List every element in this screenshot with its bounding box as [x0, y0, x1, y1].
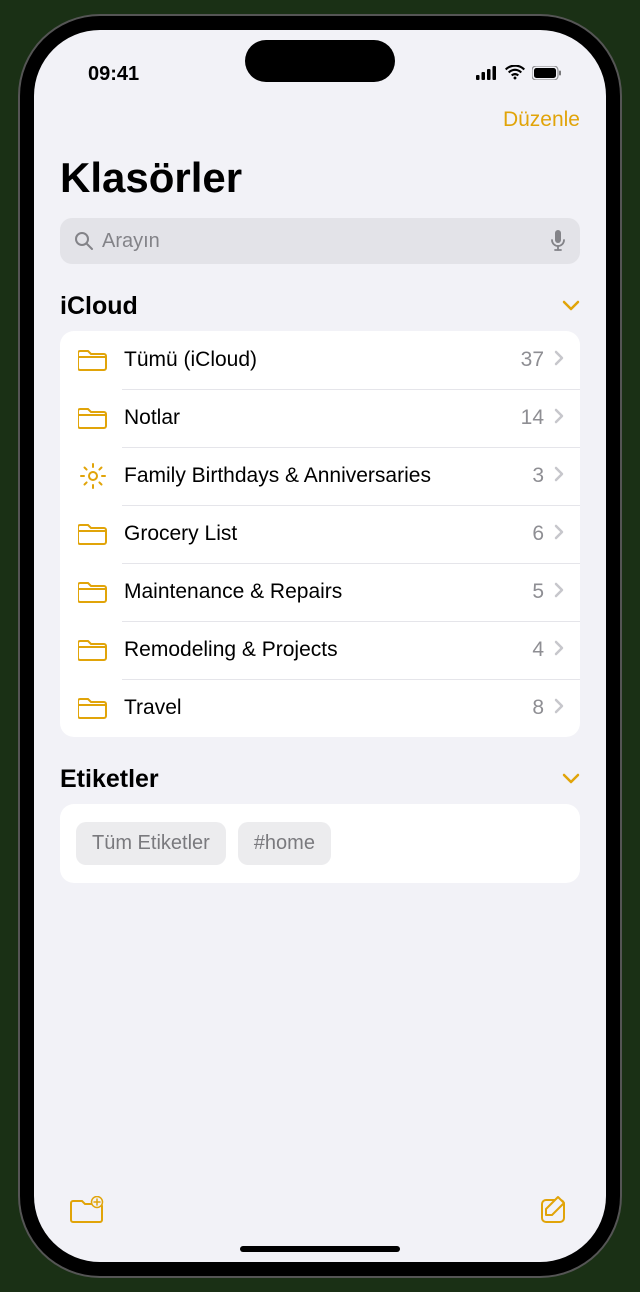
screen: 09:41 Düzenle Klasörler: [34, 30, 606, 1262]
folder-icon: [78, 635, 108, 665]
mic-icon[interactable]: [550, 230, 566, 252]
search-icon: [74, 231, 94, 251]
chevron-right-icon: [554, 466, 564, 487]
folder-count: 37: [521, 348, 544, 372]
folder-icon: [78, 345, 108, 375]
folder-icon: [78, 577, 108, 607]
chevron-right-icon: [554, 350, 564, 371]
section-title-tags: Etiketler: [60, 765, 159, 794]
folder-name: Notlar: [124, 406, 521, 430]
folder-row[interactable]: Notlar14: [60, 389, 580, 447]
gear-icon: [78, 461, 108, 491]
tags-container: Tüm Etiketler #home: [60, 804, 580, 883]
status-time: 09:41: [88, 63, 139, 86]
folder-icon: [78, 693, 108, 723]
folder-row[interactable]: Tümü (iCloud)37: [60, 331, 580, 389]
wifi-icon: [505, 63, 525, 86]
folder-count: 8: [532, 696, 544, 720]
tag-chip[interactable]: Tüm Etiketler: [76, 822, 226, 865]
folder-list-icloud: Tümü (iCloud)37Notlar14Family Birthdays …: [60, 331, 580, 737]
new-folder-button[interactable]: [70, 1196, 104, 1229]
folder-name: Tümü (iCloud): [124, 348, 521, 372]
phone-frame: 09:41 Düzenle Klasörler: [20, 16, 620, 1276]
folder-icon: [78, 403, 108, 433]
content-area: Düzenle Klasörler iCloud Tümü (iCloud)37…: [34, 92, 606, 1262]
chevron-right-icon: [554, 408, 564, 429]
cellular-icon: [476, 63, 498, 86]
chevron-down-icon: [562, 771, 580, 789]
status-icons: [476, 63, 562, 86]
folder-count: 14: [521, 406, 544, 430]
nav-bar: Düzenle: [34, 92, 606, 144]
section-header-icloud[interactable]: iCloud: [34, 286, 606, 331]
section-header-tags[interactable]: Etiketler: [34, 759, 606, 804]
folder-name: Remodeling & Projects: [124, 638, 532, 662]
section-title-icloud: iCloud: [60, 292, 138, 321]
folder-name: Grocery List: [124, 522, 532, 546]
folder-count: 4: [532, 638, 544, 662]
home-indicator[interactable]: [240, 1246, 400, 1252]
folder-name: Travel: [124, 696, 532, 720]
battery-icon: [532, 63, 562, 86]
folder-count: 5: [532, 580, 544, 604]
folder-name: Family Birthdays & Anniversaries: [124, 464, 532, 488]
tag-chip[interactable]: #home: [238, 822, 331, 865]
folder-name: Maintenance & Repairs: [124, 580, 532, 604]
chevron-right-icon: [554, 640, 564, 661]
search-bar[interactable]: [60, 218, 580, 264]
search-input[interactable]: [102, 230, 550, 253]
chevron-right-icon: [554, 582, 564, 603]
folder-row[interactable]: Grocery List6: [60, 505, 580, 563]
compose-button[interactable]: [540, 1195, 570, 1230]
folder-count: 6: [532, 522, 544, 546]
folder-count: 3: [532, 464, 544, 488]
chevron-right-icon: [554, 524, 564, 545]
folder-row[interactable]: Family Birthdays & Anniversaries3: [60, 447, 580, 505]
chevron-down-icon: [562, 298, 580, 316]
chevron-right-icon: [554, 698, 564, 719]
folder-row[interactable]: Travel8: [60, 679, 580, 737]
folder-row[interactable]: Remodeling & Projects4: [60, 621, 580, 679]
edit-button[interactable]: Düzenle: [503, 108, 580, 132]
notch: [245, 40, 395, 82]
page-title: Klasörler: [34, 144, 606, 218]
folder-row[interactable]: Maintenance & Repairs5: [60, 563, 580, 621]
folder-icon: [78, 519, 108, 549]
